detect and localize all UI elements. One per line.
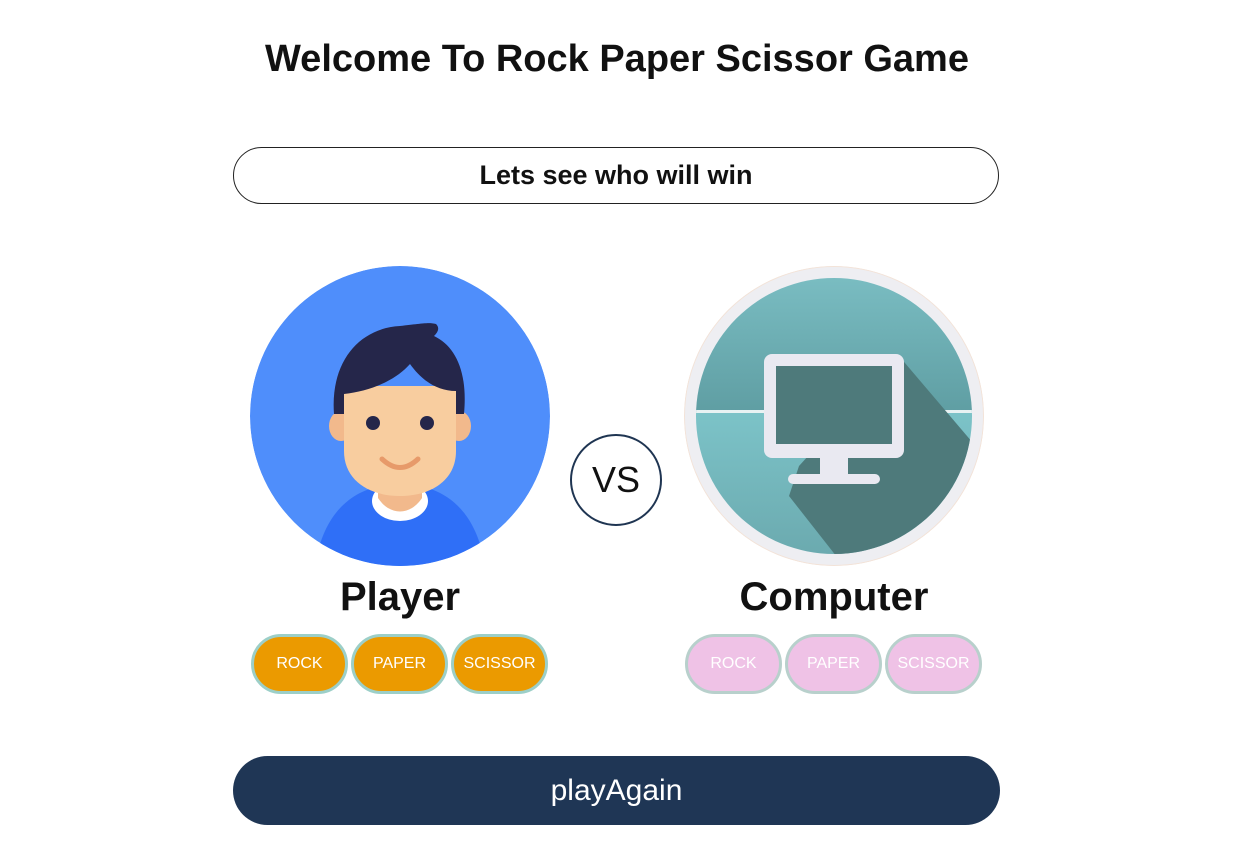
result-status-box: Lets see who will win bbox=[233, 147, 999, 204]
computer-rock-choice: ROCK bbox=[685, 634, 782, 694]
versus-badge: VS bbox=[570, 434, 662, 526]
player-avatar-icon bbox=[250, 266, 550, 566]
computer-name-label: Computer bbox=[739, 575, 929, 619]
player-choices: ROCK PAPER SCISSOR bbox=[251, 634, 548, 694]
player-name-label: Player bbox=[339, 575, 461, 619]
game-page: Welcome To Rock Paper Scissor Game Lets … bbox=[0, 0, 1257, 854]
page-title: Welcome To Rock Paper Scissor Game bbox=[265, 38, 969, 80]
computer-scissor-choice: SCISSOR bbox=[885, 634, 982, 694]
computer-choices: ROCK PAPER SCISSOR bbox=[685, 634, 982, 694]
player-scissor-button[interactable]: SCISSOR bbox=[451, 634, 548, 694]
play-again-button[interactable]: playAgain bbox=[233, 756, 1000, 825]
player-rock-button[interactable]: ROCK bbox=[251, 634, 348, 694]
computer-monitor-icon bbox=[684, 266, 984, 566]
computer-paper-choice: PAPER bbox=[785, 634, 882, 694]
player-paper-button[interactable]: PAPER bbox=[351, 634, 448, 694]
